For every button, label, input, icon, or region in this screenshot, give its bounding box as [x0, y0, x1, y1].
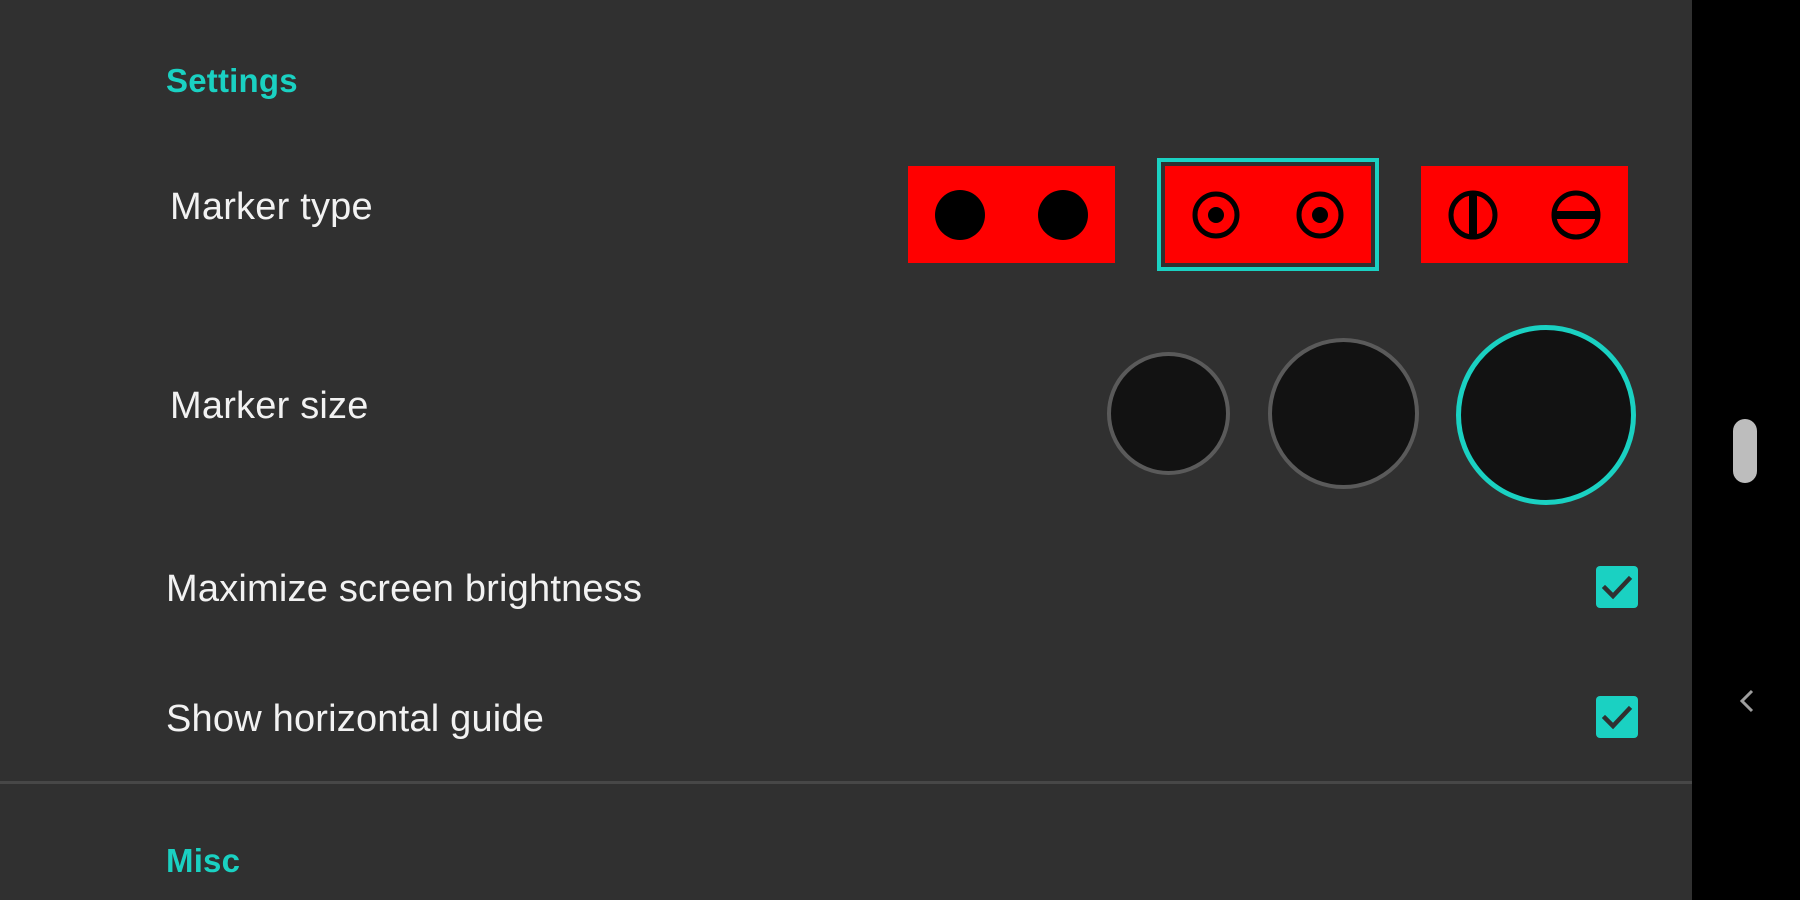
horizontal-guide-label: Show horizontal guide [166, 698, 545, 740]
ring-dot-pair-icon [1192, 191, 1344, 239]
marker-size-label: Marker size [170, 385, 369, 427]
checkmark-icon [1601, 705, 1633, 730]
section-divider [0, 781, 1692, 784]
checkmark-icon [1601, 575, 1633, 600]
marker-size-medium-option[interactable] [1268, 338, 1419, 489]
chevron-left-icon [1739, 689, 1754, 713]
horizontal-guide-checkbox[interactable] [1596, 696, 1638, 738]
filled-dot-pair-icon [935, 190, 1088, 240]
marker-size-large-option[interactable] [1456, 325, 1636, 505]
settings-screen: Settings Marker type Marker size Maximiz… [0, 0, 1800, 900]
marker-type-label: Marker type [170, 186, 373, 228]
back-button[interactable] [1730, 680, 1766, 722]
marker-type-option-filled-dots[interactable] [908, 166, 1115, 263]
marker-type-option-split-circles[interactable] [1421, 166, 1628, 263]
maximize-brightness-checkbox[interactable] [1596, 566, 1638, 608]
marker-type-option-ring-dots[interactable] [1157, 158, 1379, 271]
settings-content: Settings Marker type Marker size Maximiz… [0, 0, 1692, 900]
misc-section-header: Misc [166, 842, 241, 879]
settings-section-header: Settings [166, 62, 298, 99]
maximize-brightness-label: Maximize screen brightness [166, 568, 643, 610]
split-circle-pair-icon [1448, 190, 1601, 240]
marker-size-small-option[interactable] [1107, 352, 1230, 475]
scroll-handle[interactable] [1733, 419, 1757, 483]
